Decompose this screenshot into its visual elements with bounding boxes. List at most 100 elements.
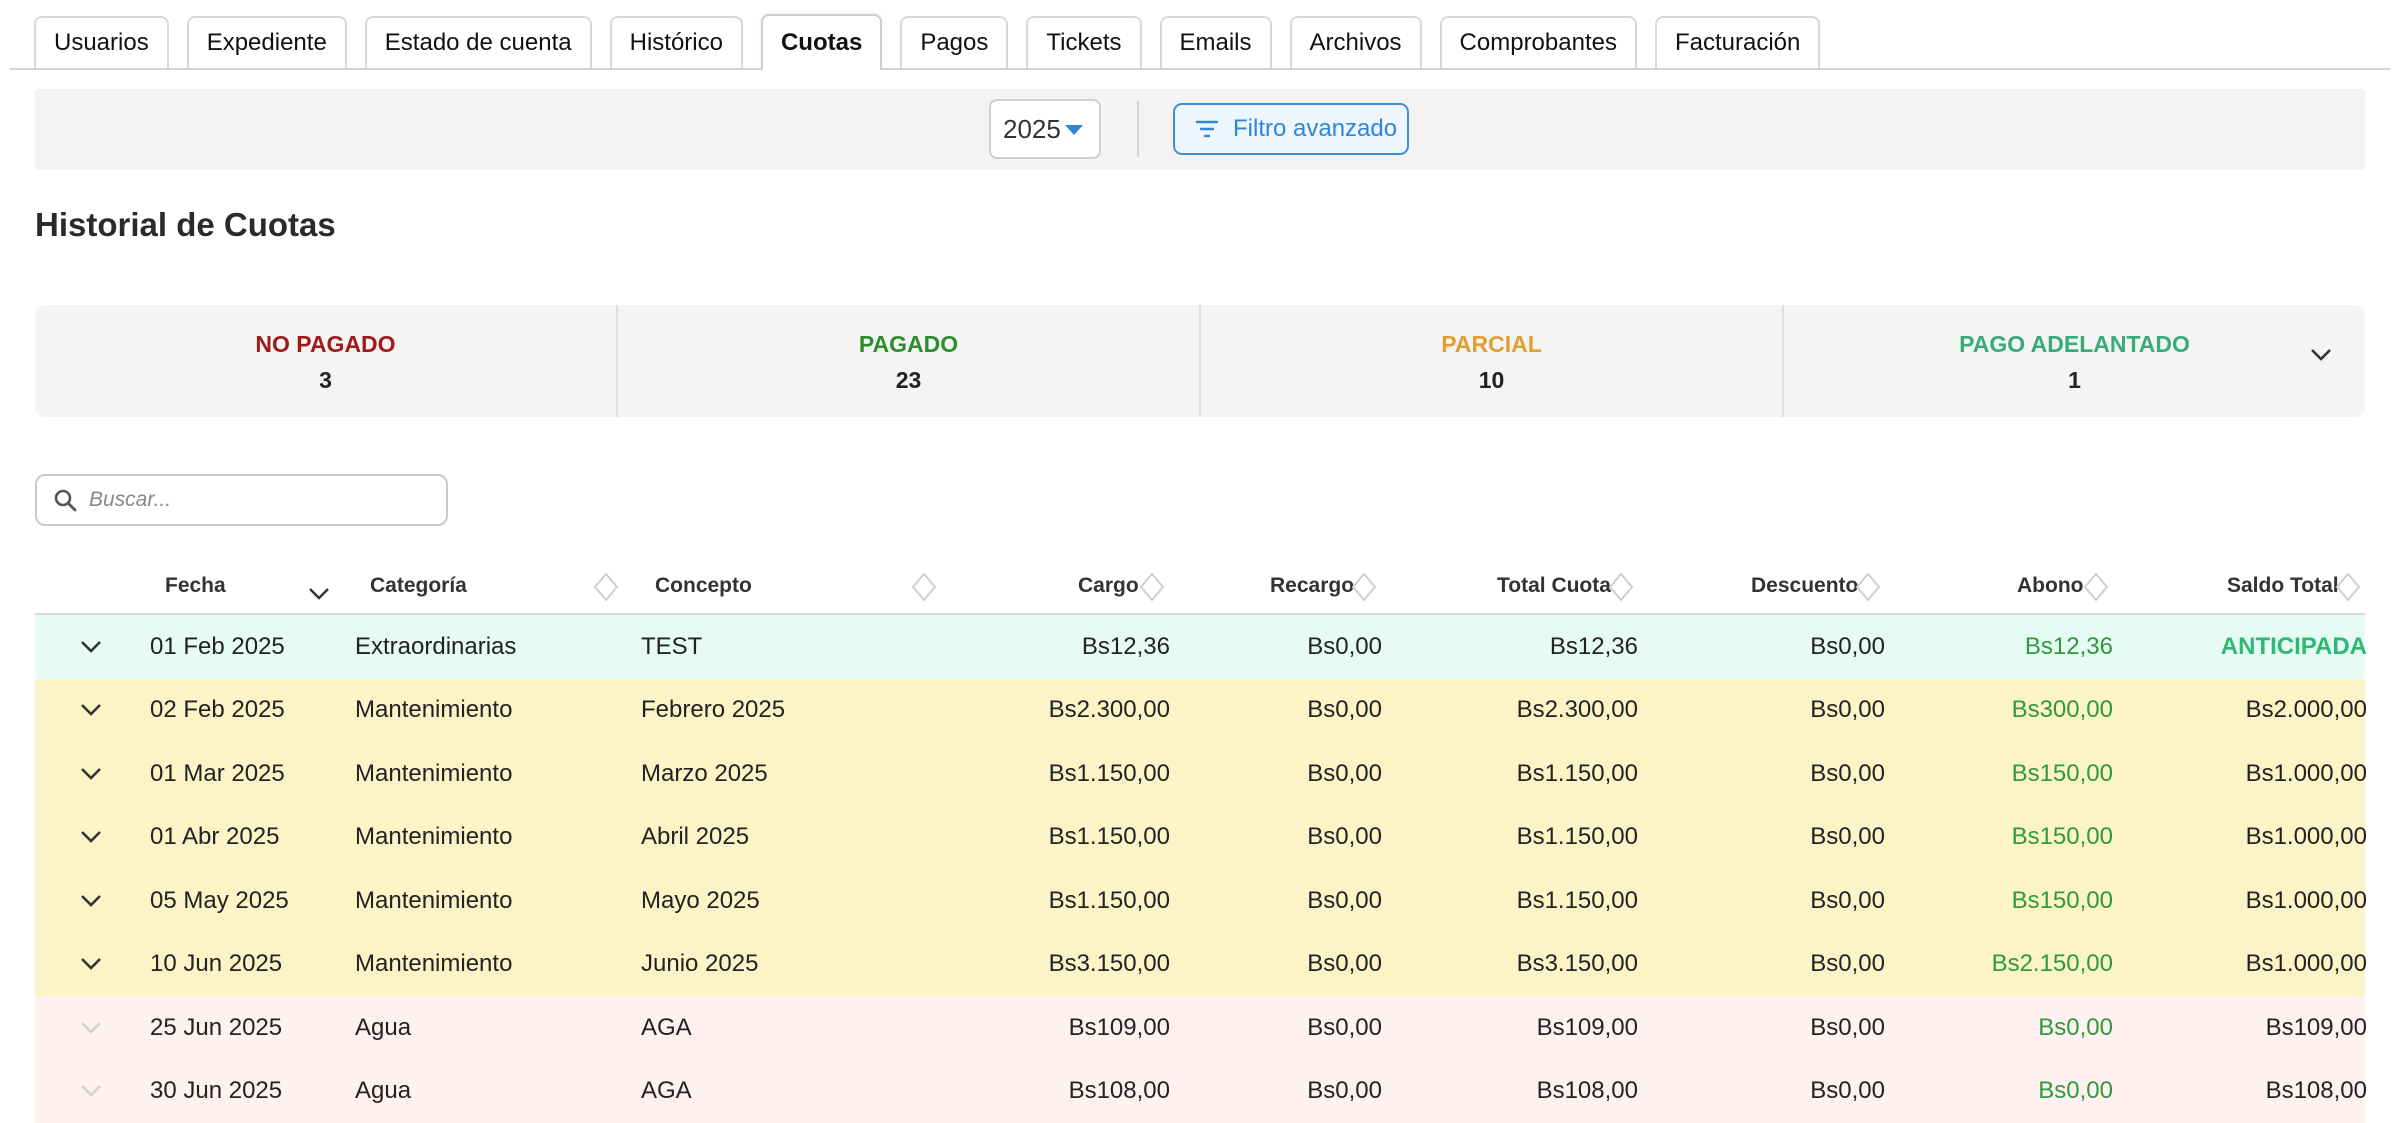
table-row[interactable]: 10 Jun 2025MantenimientoJunio 2025Bs3.15… bbox=[35, 933, 2365, 997]
summary-parcial[interactable]: PARCIAL 10 bbox=[1201, 305, 1784, 417]
cell-abono: Bs150,00 bbox=[1890, 742, 2113, 806]
divider bbox=[1137, 101, 1139, 157]
summary-pagado[interactable]: PAGADO 23 bbox=[618, 305, 1201, 417]
cell-descuento: Bs0,00 bbox=[1645, 806, 1885, 870]
cell-categoria: Mantenimiento bbox=[355, 806, 635, 870]
header-categoria[interactable]: Categoría bbox=[370, 574, 467, 598]
table-row[interactable]: 02 Feb 2025MantenimientoFebrero 2025Bs2.… bbox=[35, 679, 2365, 743]
cell-total-cuota: Bs3.150,00 bbox=[1385, 933, 1638, 997]
status-summary: NO PAGADO 3 PAGADO 23 PARCIAL 10 PAGO AD… bbox=[35, 305, 2365, 417]
cell-fecha: 25 Jun 2025 bbox=[150, 996, 350, 1060]
sort-icon[interactable] bbox=[1139, 572, 1165, 608]
tab-pagos[interactable]: Pagos bbox=[900, 16, 1008, 68]
table-row[interactable]: 30 Jun 2025AguaAGABs108,00Bs0,00Bs108,00… bbox=[35, 1060, 2365, 1123]
cell-cargo: Bs108,00 bbox=[925, 1060, 1170, 1123]
table-row[interactable]: 05 May 2025MantenimientoMayo 2025Bs1.150… bbox=[35, 869, 2365, 933]
header-fecha[interactable]: Fecha bbox=[165, 574, 226, 598]
cell-saldo-total: ANTICIPADA bbox=[2115, 615, 2367, 679]
tab-historico[interactable]: Histórico bbox=[610, 16, 743, 68]
cell-abono: Bs300,00 bbox=[1890, 679, 2113, 743]
cell-saldo-total: Bs1.000,00 bbox=[2115, 742, 2367, 806]
tab-emails[interactable]: Emails bbox=[1160, 16, 1272, 68]
expand-row-icon[interactable] bbox=[71, 615, 111, 679]
cell-categoria: Agua bbox=[355, 1060, 635, 1123]
caret-down-icon bbox=[1065, 125, 1083, 135]
cell-categoria: Agua bbox=[355, 996, 635, 1060]
header-label: Abono bbox=[2017, 574, 2083, 597]
header-abono[interactable]: Abono bbox=[2017, 574, 2083, 598]
table-row[interactable]: 01 Feb 2025ExtraordinariasTESTBs12,36Bs0… bbox=[35, 615, 2365, 679]
cell-recargo: Bs0,00 bbox=[1175, 615, 1382, 679]
cell-fecha: 01 Feb 2025 bbox=[150, 615, 350, 679]
cell-saldo-total: Bs109,00 bbox=[2115, 996, 2367, 1060]
sort-icon[interactable] bbox=[1855, 572, 1881, 608]
expand-row-icon[interactable] bbox=[71, 933, 111, 997]
summary-count: 10 bbox=[1201, 367, 1782, 394]
sort-desc-icon[interactable] bbox=[307, 584, 331, 608]
cell-cargo: Bs1.150,00 bbox=[925, 742, 1170, 806]
summary-no-pagado[interactable]: NO PAGADO 3 bbox=[35, 305, 618, 417]
expand-row-icon[interactable] bbox=[71, 806, 111, 870]
cuotas-table: Fecha Categoría Concepto Cargo Recargo bbox=[35, 560, 2365, 1123]
sort-icon[interactable] bbox=[593, 572, 619, 608]
header-concepto[interactable]: Concepto bbox=[655, 574, 752, 598]
header-label: Recargo bbox=[1270, 574, 1354, 597]
cell-recargo: Bs0,00 bbox=[1175, 933, 1382, 997]
expand-row-icon[interactable] bbox=[71, 869, 111, 933]
cell-cargo: Bs1.150,00 bbox=[925, 869, 1170, 933]
year-select-value: 2025 bbox=[1003, 114, 1061, 145]
summary-label: PARCIAL bbox=[1201, 331, 1782, 358]
tab-estado-de-cuenta[interactable]: Estado de cuenta bbox=[365, 16, 592, 68]
summary-pago-adelantado[interactable]: PAGO ADELANTADO 1 bbox=[1784, 305, 2365, 417]
table-header: Fecha Categoría Concepto Cargo Recargo bbox=[35, 560, 2365, 615]
chevron-down-icon[interactable] bbox=[2309, 347, 2333, 368]
cell-cargo: Bs3.150,00 bbox=[925, 933, 1170, 997]
year-select[interactable]: 2025 bbox=[989, 99, 1101, 159]
search-icon bbox=[53, 488, 77, 512]
advanced-filter-button[interactable]: Filtro avanzado bbox=[1173, 103, 1409, 155]
cell-recargo: Bs0,00 bbox=[1175, 1060, 1382, 1123]
header-recargo[interactable]: Recargo bbox=[1270, 574, 1354, 598]
header-descuento[interactable]: Descuento bbox=[1751, 574, 1858, 598]
header-total-cuota[interactable]: Total Cuota bbox=[1497, 574, 1611, 598]
cell-categoria: Mantenimiento bbox=[355, 679, 635, 743]
sort-icon[interactable] bbox=[911, 572, 937, 608]
cell-recargo: Bs0,00 bbox=[1175, 742, 1382, 806]
cell-fecha: 01 Mar 2025 bbox=[150, 742, 350, 806]
table-row[interactable]: 25 Jun 2025AguaAGABs109,00Bs0,00Bs109,00… bbox=[35, 996, 2365, 1060]
sort-icon[interactable] bbox=[2083, 572, 2109, 608]
tab-expediente[interactable]: Expediente bbox=[187, 16, 347, 68]
cell-concepto: Marzo 2025 bbox=[641, 742, 941, 806]
expand-row-icon[interactable] bbox=[71, 679, 111, 743]
table-row[interactable]: 01 Abr 2025MantenimientoAbril 2025Bs1.15… bbox=[35, 806, 2365, 870]
cell-cargo: Bs12,36 bbox=[925, 615, 1170, 679]
tab-comprobantes[interactable]: Comprobantes bbox=[1440, 16, 1637, 68]
cell-descuento: Bs0,00 bbox=[1645, 869, 1885, 933]
tab-cuotas[interactable]: Cuotas bbox=[761, 14, 882, 70]
sort-icon[interactable] bbox=[1351, 572, 1377, 608]
tab-bar: Usuarios Expediente Estado de cuenta His… bbox=[10, 16, 2390, 70]
sort-icon[interactable] bbox=[2335, 572, 2361, 608]
cell-fecha: 30 Jun 2025 bbox=[150, 1060, 350, 1123]
cell-saldo-total: Bs108,00 bbox=[2115, 1060, 2367, 1123]
cell-concepto: Febrero 2025 bbox=[641, 679, 941, 743]
tab-facturacion[interactable]: Facturación bbox=[1655, 16, 1820, 68]
header-saldo-total[interactable]: Saldo Total bbox=[2227, 574, 2339, 598]
cell-recargo: Bs0,00 bbox=[1175, 869, 1382, 933]
expand-row-icon bbox=[71, 996, 111, 1060]
cell-total-cuota: Bs109,00 bbox=[1385, 996, 1638, 1060]
search-input[interactable] bbox=[87, 487, 421, 513]
cell-concepto: Junio 2025 bbox=[641, 933, 941, 997]
tab-archivos[interactable]: Archivos bbox=[1290, 16, 1422, 68]
sort-icon[interactable] bbox=[1608, 572, 1634, 608]
table-row[interactable]: 01 Mar 2025MantenimientoMarzo 2025Bs1.15… bbox=[35, 742, 2365, 806]
cell-abono: Bs150,00 bbox=[1890, 806, 2113, 870]
header-label: Cargo bbox=[1078, 574, 1139, 597]
header-cargo[interactable]: Cargo bbox=[1078, 574, 1139, 598]
tab-usuarios[interactable]: Usuarios bbox=[34, 16, 169, 68]
cell-saldo-total: Bs1.000,00 bbox=[2115, 933, 2367, 997]
expand-row-icon[interactable] bbox=[71, 742, 111, 806]
filter-icon bbox=[1195, 118, 1219, 140]
tab-tickets[interactable]: Tickets bbox=[1026, 16, 1141, 68]
cell-descuento: Bs0,00 bbox=[1645, 742, 1885, 806]
